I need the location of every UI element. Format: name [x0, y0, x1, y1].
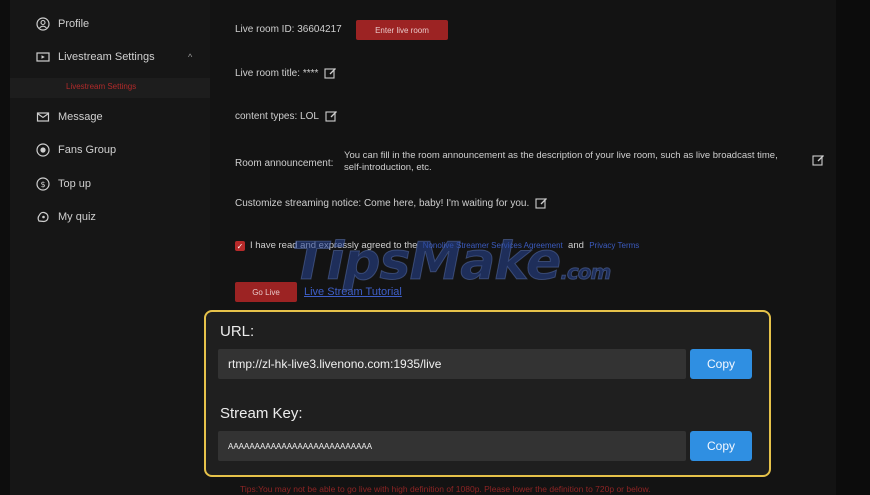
streaming-notice-label: Customize streaming notice:: [235, 198, 362, 209]
profile-icon: [36, 17, 50, 31]
left-edge: [0, 0, 10, 495]
room-title-value: ****: [302, 68, 319, 79]
sidebar-subitem-label: Livestream Settings: [66, 82, 137, 91]
content-type-label: content types:: [235, 111, 298, 122]
streamer-agreement-link[interactable]: Nonolive Streamer Services Agreement: [423, 241, 563, 250]
definition-tips: Tips:You may not be able to go live with…: [240, 484, 651, 494]
live-stream-tutorial-link[interactable]: Live Stream Tutorial: [304, 286, 402, 298]
edit-icon[interactable]: [812, 154, 825, 167]
sidebar-subitem-livestream-settings[interactable]: Livestream Settings: [10, 78, 210, 98]
stream-key-field[interactable]: [218, 431, 686, 461]
sidebar-item-label: Livestream Settings: [58, 51, 155, 63]
sidebar-item-label: Profile: [58, 18, 90, 30]
sidebar: [10, 0, 210, 495]
copy-stream-key-button[interactable]: Copy: [690, 431, 752, 461]
sidebar-item-label: Fans Group: [58, 144, 117, 156]
agreement-label: I have read and expressly agreed to the: [250, 240, 418, 251]
edit-icon[interactable]: [324, 67, 337, 80]
agreement-text: I have read and expressly agreed to the …: [250, 240, 639, 251]
announcement-label: Room announcement:: [235, 158, 334, 169]
room-title-row: Live room title: ****: [235, 67, 337, 80]
livestream-icon: [36, 50, 50, 64]
streaming-notice-row: Customize streaming notice: Come here, b…: [235, 197, 548, 210]
room-id-row: Live room ID: 36604217: [235, 24, 342, 35]
edit-icon[interactable]: [325, 110, 338, 123]
stream-credentials-panel: URL: Copy Stream Key: Copy: [204, 310, 771, 477]
go-live-button[interactable]: Go Live: [235, 282, 297, 302]
url-label: URL:: [220, 323, 255, 340]
edit-icon[interactable]: [535, 197, 548, 210]
sidebar-item-label: Top up: [58, 178, 92, 190]
sidebar-item-profile[interactable]: Profile: [36, 13, 89, 35]
room-id-label: Live room ID:: [235, 24, 295, 35]
sidebar-item-livestream-settings[interactable]: Livestream Settings: [36, 46, 155, 68]
content-type-value: LOL: [300, 111, 319, 122]
svg-text:$: $: [40, 180, 45, 189]
right-edge: [836, 0, 870, 495]
content-type-row: content types: LOL: [235, 110, 338, 123]
url-field[interactable]: [218, 349, 686, 379]
room-title-label: Live room title:: [235, 68, 301, 79]
sidebar-item-label: My quiz: [58, 211, 96, 223]
message-icon: [36, 110, 50, 124]
agreement-checkbox[interactable]: ✓: [235, 241, 245, 251]
sidebar-item-label: Message: [58, 111, 103, 123]
streaming-notice-value: Come here, baby! I'm waiting for you.: [363, 198, 530, 209]
chevron-up-icon[interactable]: ^: [188, 52, 192, 62]
enter-live-room-button[interactable]: Enter live room: [356, 20, 448, 40]
sidebar-item-top-up[interactable]: $ Top up: [36, 173, 91, 195]
privacy-terms-link[interactable]: Privacy Terms: [589, 241, 639, 250]
sidebar-item-my-quiz[interactable]: My quiz: [36, 206, 96, 228]
sidebar-item-message[interactable]: Message: [36, 106, 103, 128]
copy-url-button[interactable]: Copy: [690, 349, 752, 379]
sidebar-item-fans-group[interactable]: Fans Group: [36, 139, 116, 161]
top-up-icon: $: [36, 177, 50, 191]
fans-group-icon: [36, 143, 50, 157]
stream-key-label: Stream Key:: [220, 405, 303, 422]
agreement-and: and: [568, 240, 584, 251]
my-quiz-icon: [36, 210, 50, 224]
room-id-value: 36604217: [297, 24, 342, 35]
announcement-text: You can fill in the room announcement as…: [344, 150, 778, 173]
